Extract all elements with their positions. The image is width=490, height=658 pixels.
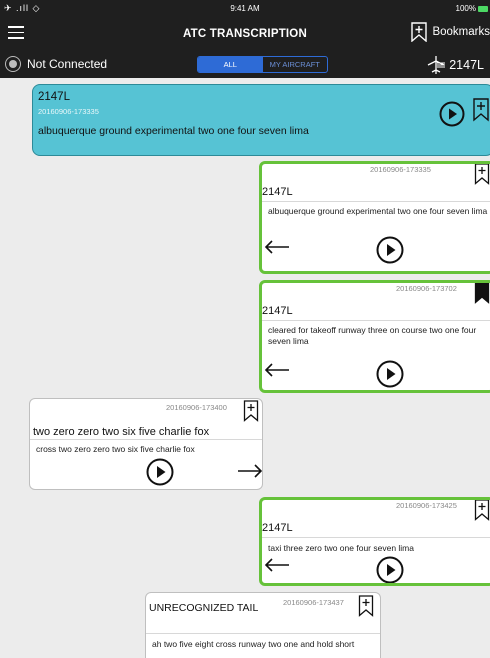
message-card[interactable]: 20160906-173400 two zero zero two six fi… [29,398,263,490]
play-icon[interactable] [376,360,404,388]
arrow-left-icon[interactable] [264,240,290,254]
bookmarks-label: Bookmarks [432,26,490,38]
banner-timestamp: 20160906-173335 [38,107,99,116]
airplane-icon [427,56,446,74]
message-timestamp: 20160906-173702 [396,284,457,293]
bookmark-add-icon[interactable] [474,499,490,521]
battery-percent: 100% [455,4,476,13]
message-text: taxi three zero two one four seven lima [268,543,414,553]
bookmark-add-icon[interactable] [243,400,259,422]
divider [146,633,380,634]
banner-text: albuquerque ground experimental two one … [38,125,309,137]
app: ✈ .ıll ◇ 9:41 AM 100% ATC TRANSCRIPTION … [0,0,490,658]
arrow-left-icon[interactable] [264,363,290,377]
top-bar: ✈ .ıll ◇ 9:41 AM 100% ATC TRANSCRIPTION … [0,0,490,78]
arrow-right-icon[interactable] [237,464,263,478]
play-icon[interactable] [376,556,404,584]
message-timestamp: 20160906-173425 [396,501,457,510]
battery-indicator: 100% [456,4,488,13]
message-tail: 2147L [262,305,293,317]
banner-tail: 2147L [38,91,70,103]
play-icon[interactable] [439,101,465,127]
message-tail: UNRECOGNIZED TAIL [149,602,259,614]
tab-my-aircraft[interactable]: MY AIRCRAFT [263,57,328,72]
message-card[interactable]: 20160906-173335 2147L albuquerque ground… [259,161,490,274]
message-timestamp: 20160906-173437 [283,598,344,607]
filter-segmented-control: ALL MY AIRCRAFT [197,56,328,73]
divider [262,320,490,321]
connection-label: Not Connected [27,57,108,71]
my-aircraft-button[interactable]: 2147L [425,55,484,75]
connection-icon [5,56,21,72]
divider [30,439,262,440]
status-bar: ✈ .ıll ◇ 9:41 AM 100% [0,0,490,16]
connection-status[interactable]: Not Connected [5,56,107,72]
play-icon[interactable] [376,236,404,264]
bookmark-filled-icon[interactable] [474,282,490,304]
message-card[interactable]: 20160906-173702 2147L cleared for takeof… [259,280,490,393]
divider [262,201,490,202]
message-tail: two zero zero two six five charlie fox [33,426,210,438]
message-card[interactable]: 20160906-173425 2147L taxi three zero tw… [259,497,490,586]
bookmark-add-icon [411,22,428,42]
arrow-left-icon[interactable] [264,558,290,572]
message-tail: 2147L [262,186,293,198]
message-text: albuquerque ground experimental two one … [268,206,488,216]
message-card[interactable]: UNRECOGNIZED TAIL 20160906-173437 ah two… [145,592,381,658]
divider [262,537,490,538]
aircraft-tail: 2147L [449,58,484,72]
message-text: cross two zero zero two six five charlie… [36,444,195,454]
tab-all[interactable]: ALL [198,57,263,72]
message-timestamp: 20160906-173335 [370,165,431,174]
play-icon[interactable] [146,458,174,486]
bookmark-add-icon[interactable] [358,595,374,617]
clock: 9:41 AM [230,4,260,13]
bookmark-add-icon[interactable] [472,98,490,122]
bookmark-add-icon[interactable] [474,163,490,185]
battery-icon [478,5,488,12]
message-timestamp: 20160906-173400 [166,403,227,412]
bookmarks-button[interactable]: Bookmarks [410,22,490,42]
message-tail: 2147L [262,522,293,534]
selected-message-banner[interactable]: 2147L 20160906-173335 albuquerque ground… [32,84,490,156]
message-text: ah two five eight cross runway two one a… [152,639,355,649]
message-text: cleared for takeoff runway three on cour… [268,325,477,347]
